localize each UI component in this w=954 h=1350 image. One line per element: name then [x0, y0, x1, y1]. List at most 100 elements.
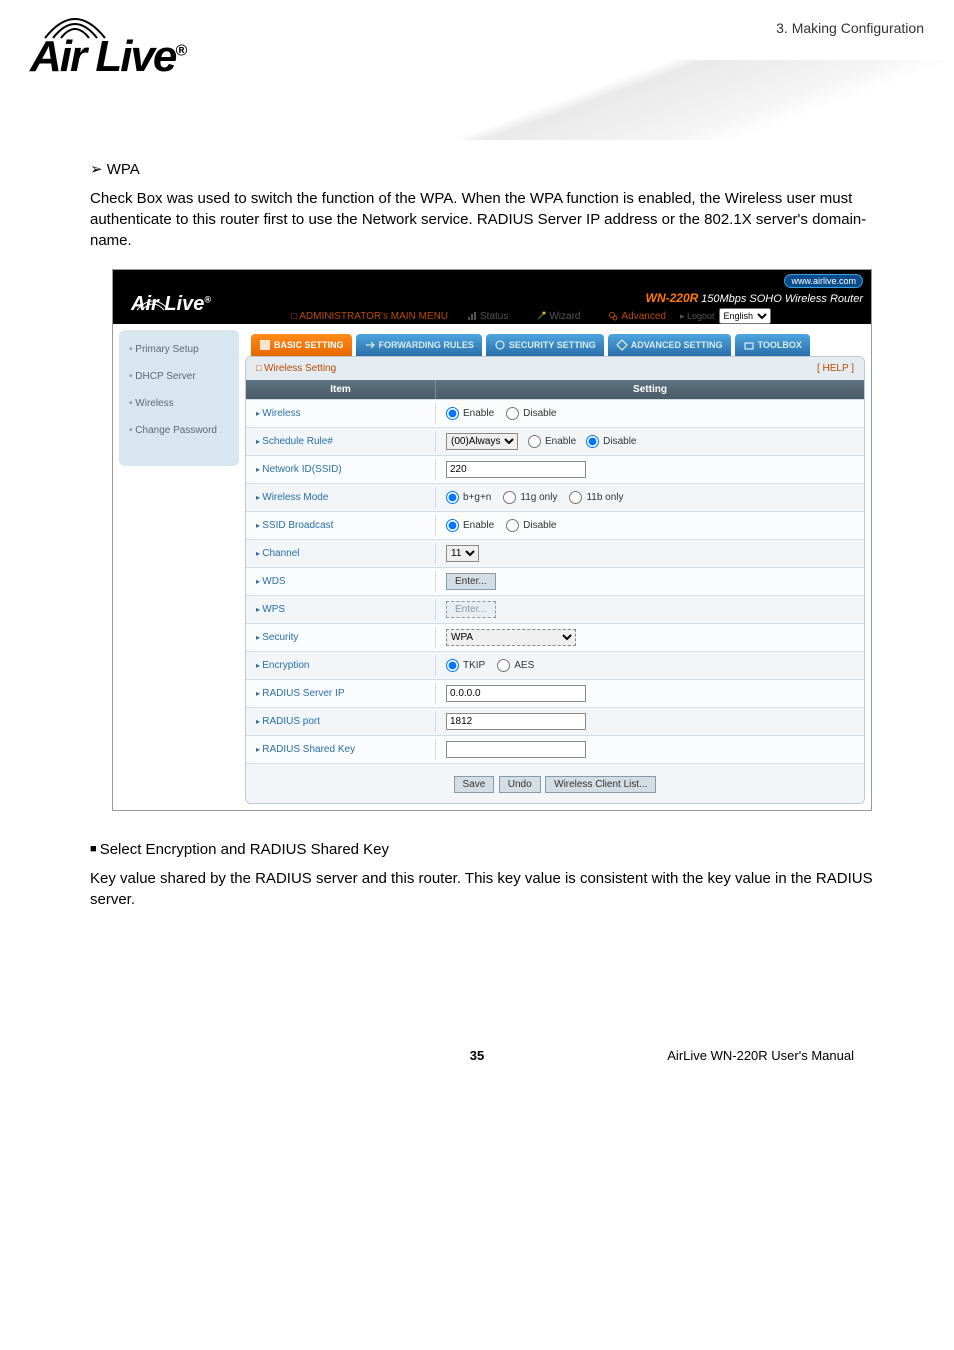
section-title-wpa: WPA: [90, 160, 894, 178]
row-value: Enable Disable: [436, 403, 864, 424]
radio-label: Disable: [523, 408, 556, 419]
closing-paragraph: Key value shared by the RADIUS server an…: [90, 868, 894, 910]
menu-status[interactable]: Status: [453, 311, 522, 322]
enter-button[interactable]: Enter...: [446, 573, 496, 590]
chapter-heading: 3. Making Configuration: [776, 20, 924, 36]
text-input[interactable]: [446, 713, 586, 730]
router-admin-screenshot: Air Live® □ ADMINISTRATOR's MAIN MENU St…: [112, 269, 872, 811]
row-label: Schedule Rule#: [246, 431, 436, 452]
table-row: Network ID(SSID): [246, 455, 864, 483]
wireless-client-list-button[interactable]: Wireless Client List...: [545, 776, 656, 793]
radio-option[interactable]: [506, 519, 519, 532]
page-number: 35: [351, 1048, 602, 1063]
radio-option[interactable]: [503, 491, 516, 504]
radio-option[interactable]: [569, 491, 582, 504]
radio-option[interactable]: [497, 659, 510, 672]
basic-setting-icon: [259, 339, 271, 351]
table-row: RADIUS Server IP: [246, 679, 864, 707]
tab-toolbox[interactable]: TOOLBOX: [735, 334, 810, 356]
help-link[interactable]: [ HELP ]: [817, 363, 854, 374]
row-value: 11: [436, 541, 864, 566]
row-label: RADIUS Server IP: [246, 683, 436, 704]
decorative-wedge: [454, 60, 954, 140]
advanced-gears-icon: [608, 311, 618, 321]
row-label: Wireless: [246, 403, 436, 424]
radio-label: Disable: [523, 520, 556, 531]
col-header-item: Item: [246, 380, 436, 399]
radio-option[interactable]: [446, 659, 459, 672]
row-value: [436, 457, 864, 482]
radio-option[interactable]: [528, 435, 541, 448]
table-row: Channel 11: [246, 539, 864, 567]
save-button[interactable]: Save: [454, 776, 495, 793]
row-value: Enter...: [436, 569, 864, 594]
menu-advanced[interactable]: Advanced: [594, 311, 679, 322]
sidebar-item-dhcp-server[interactable]: DHCP Server: [129, 371, 229, 382]
text-input[interactable]: [446, 461, 586, 478]
tab-basic-setting[interactable]: BASIC SETTING: [251, 334, 352, 356]
row-label: Security: [246, 627, 436, 648]
radio-label: TKIP: [463, 660, 485, 671]
text-input[interactable]: [446, 685, 586, 702]
security-icon: [494, 339, 506, 351]
row-value: WPA: [436, 625, 864, 650]
table-row: Wireless Mode b+g+n 11g only 11b only: [246, 483, 864, 511]
admin-main-menu-label: □ ADMINISTRATOR's MAIN MENU: [291, 311, 453, 322]
radio-label: 11b only: [586, 492, 623, 503]
radio-label: b+g+n: [463, 492, 491, 503]
advanced-tab-icon: [616, 339, 628, 351]
radio-label: Enable: [463, 408, 494, 419]
row-value: Enter...: [436, 597, 864, 622]
radio-option[interactable]: [446, 491, 459, 504]
table-row: WPS Enter...: [246, 595, 864, 623]
toolbox-icon: [743, 339, 755, 351]
radio-option[interactable]: [586, 435, 599, 448]
airlive-logo: Air Live®: [30, 10, 185, 82]
panel-title: Wireless Setting: [256, 363, 336, 374]
row-value: b+g+n 11g only 11b only: [436, 487, 864, 508]
tab-security-setting[interactable]: SECURITY SETTING: [486, 334, 604, 356]
col-header-setting: Setting: [436, 380, 864, 399]
table-row: SSID Broadcast Enable Disable: [246, 511, 864, 539]
radio-option[interactable]: [446, 519, 459, 532]
sidebar-item-wireless[interactable]: Wireless: [129, 398, 229, 409]
bullet-select-encryption: Select Encryption and RADIUS Shared Key: [90, 841, 894, 858]
tab-advanced-setting[interactable]: ADVANCED SETTING: [608, 334, 731, 356]
status-bars-icon: [467, 311, 477, 321]
row-label: RADIUS Shared Key: [246, 739, 436, 760]
undo-button[interactable]: Undo: [499, 776, 541, 793]
ss-logo: Air Live®: [113, 293, 283, 324]
sidebar: Primary Setup DHCP Server Wireless Chang…: [119, 330, 239, 466]
forwarding-icon: [364, 339, 376, 351]
radio-label: Enable: [545, 436, 576, 447]
row-value: TKIPAES: [436, 655, 864, 676]
sidebar-item-primary-setup[interactable]: Primary Setup: [129, 344, 229, 355]
table-row: WDS Enter...: [246, 567, 864, 595]
row-label: SSID Broadcast: [246, 515, 436, 536]
language-select[interactable]: English: [719, 308, 771, 324]
enter-button-disabled[interactable]: Enter...: [446, 601, 496, 618]
tab-forwarding-rules[interactable]: FORWARDING RULES: [356, 334, 482, 356]
security-select[interactable]: WPA: [446, 629, 576, 646]
row-label: WPS: [246, 599, 436, 620]
row-value: Enable Disable: [436, 515, 864, 536]
sidebar-item-change-password[interactable]: Change Password: [129, 425, 229, 436]
logout-link[interactable]: ▸ Logout: [680, 311, 715, 322]
radio-label: 11g only: [520, 492, 557, 503]
row-label: Channel: [246, 543, 436, 564]
intro-paragraph: Check Box was used to switch the functio…: [90, 188, 894, 251]
row-label: WDS: [246, 571, 436, 592]
row-label: Wireless Mode: [246, 487, 436, 508]
radio-label: Enable: [463, 520, 494, 531]
row-value: [436, 681, 864, 706]
menu-wizard[interactable]: Wizard: [522, 311, 594, 322]
row-label: RADIUS port: [246, 711, 436, 732]
radio-label: Disable: [603, 436, 636, 447]
row-value: (00)Always Enable Disable: [436, 429, 864, 454]
table-row: Wireless Enable Disable: [246, 399, 864, 427]
schedule-select[interactable]: (00)Always: [446, 433, 518, 450]
text-input[interactable]: [446, 741, 586, 758]
dropdown[interactable]: 11: [446, 545, 479, 562]
radio-option[interactable]: [446, 407, 459, 420]
radio-option[interactable]: [506, 407, 519, 420]
